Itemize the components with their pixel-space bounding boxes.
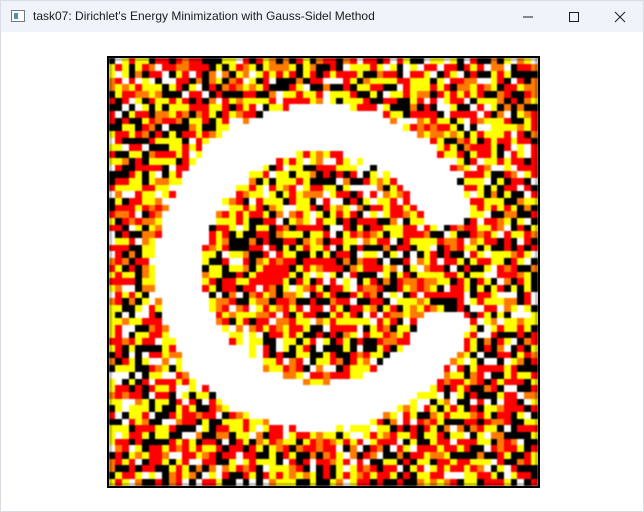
close-button[interactable]: [598, 1, 642, 32]
close-icon: [614, 11, 626, 22]
title-bar[interactable]: task07: Dirichlet's Energy Minimization …: [1, 1, 643, 32]
minimize-icon: [523, 16, 533, 17]
heatmap-canvas[interactable]: [109, 58, 538, 486]
viewport[interactable]: [107, 56, 540, 488]
maximize-button[interactable]: [552, 1, 596, 32]
client-area: [1, 32, 643, 511]
app-window-icon: [11, 10, 25, 22]
window-title: task07: Dirichlet's Energy Minimization …: [33, 9, 375, 23]
minimize-button[interactable]: [506, 1, 550, 32]
app-window: task07: Dirichlet's Energy Minimization …: [0, 0, 644, 512]
maximize-icon: [569, 11, 579, 22]
